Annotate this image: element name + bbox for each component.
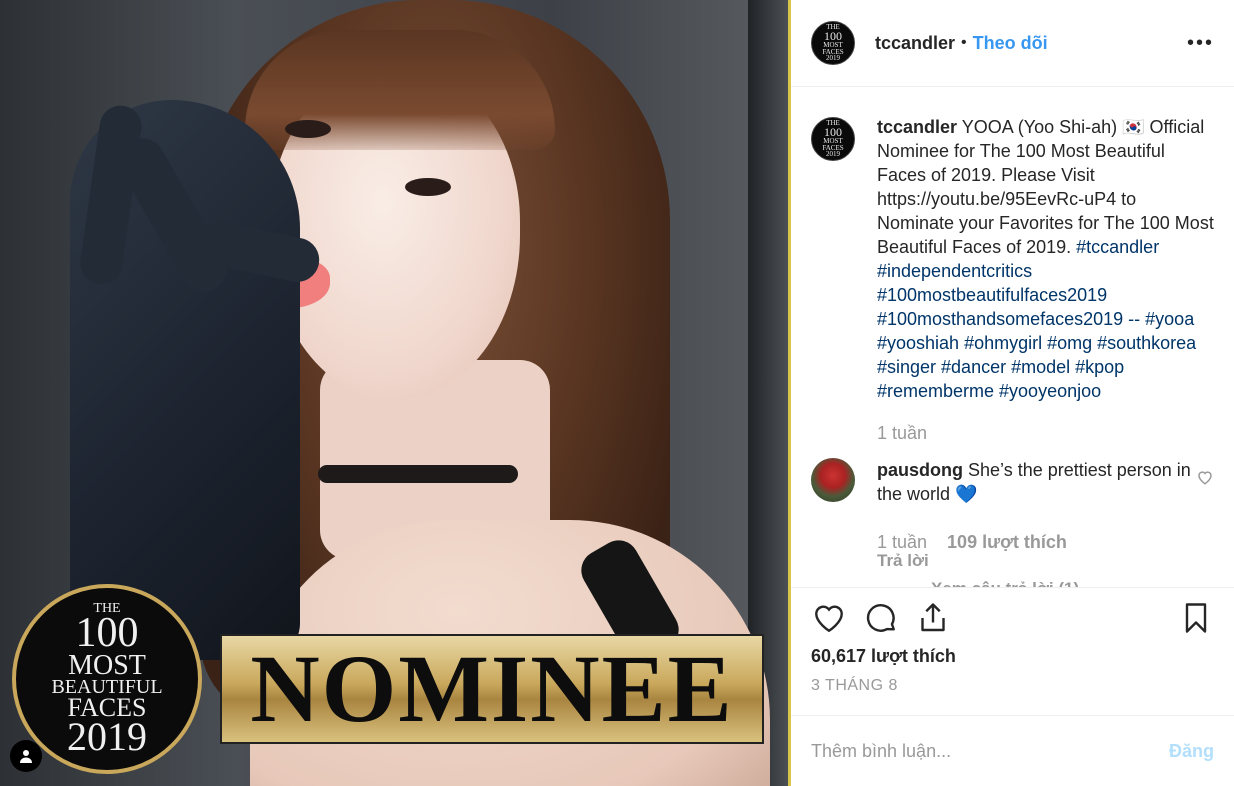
caption-username[interactable]: tccandler (877, 117, 957, 137)
right-eye (405, 178, 451, 196)
nominee-label: NOMINEE (250, 635, 734, 742)
comment-bubble-icon[interactable] (863, 600, 899, 636)
comment-row: pausdong She’s the prettiest person in t… (811, 458, 1214, 506)
caption-timestamp: 1 tuần (877, 423, 928, 443)
left-eye (285, 120, 331, 138)
comments-section[interactable]: THE 100 MOST FACES 2019 tccandler YOOA (Yoo … (791, 87, 1234, 587)
comment-timestamp: 1 tuần (877, 532, 928, 552)
reply-button[interactable]: Trả lời (877, 551, 1214, 571)
comment-username[interactable]: pausdong (877, 460, 963, 480)
post-image[interactable]: NOMINEE THE 100 MOST BEAUTIFUL FACES 201… (0, 0, 788, 786)
view-replies-link[interactable]: Xem câu trả lời (1) (931, 579, 1214, 587)
share-icon[interactable] (915, 600, 951, 636)
nominee-banner: NOMINEE (220, 634, 764, 744)
add-comment-bar: Đăng (791, 715, 1234, 786)
seal-text: MOST (68, 649, 146, 681)
like-heart-icon[interactable] (811, 600, 847, 636)
post-comment-button[interactable]: Đăng (1169, 741, 1214, 762)
separator-dot: • (961, 34, 967, 51)
seal-text: 100 (75, 610, 139, 657)
choker-necklace (318, 465, 518, 483)
instagram-post: NOMINEE THE 100 MOST BEAUTIFUL FACES 201… (0, 0, 1234, 786)
header-username[interactable]: tccandler (875, 33, 955, 54)
post-caption: tccandler YOOA (Yoo Shi-ah) 🇰🇷 Official … (877, 115, 1214, 403)
action-icons (811, 590, 1214, 646)
avatar[interactable]: THE 100 MOST FACES 2019 (811, 21, 855, 65)
comment-likes[interactable]: 109 lượt thích (947, 532, 1067, 553)
caption-hashtags[interactable]: #tccandler #independentcritics #100mostb… (877, 237, 1196, 401)
avatar[interactable] (811, 458, 855, 502)
more-options-icon[interactable]: ••• (1187, 32, 1214, 55)
post-side-panel: THE 100 MOST FACES 2019 tccandler • Theo dõi… (788, 0, 1234, 786)
post-date: 3 THÁNG 8 (811, 677, 898, 694)
post-likes-count[interactable]: 60,617 lượt thích (811, 646, 1214, 667)
caption-row: THE 100 MOST FACES 2019 tccandler YOOA (Yoo … (811, 115, 1214, 403)
follow-button[interactable]: Theo dõi (973, 33, 1048, 54)
comment-body: pausdong She’s the prettiest person in t… (877, 458, 1196, 506)
post-header: THE 100 MOST FACES 2019 tccandler • Theo dõi… (791, 0, 1234, 87)
award-seal-logo: THE 100 MOST BEAUTIFUL FACES 2019 (12, 584, 202, 774)
comment-meta: 1 tuần 109 lượt thích (877, 532, 1214, 553)
seal-text: 2019 (67, 714, 147, 760)
comment-input[interactable] (811, 740, 1169, 762)
heart-icon[interactable] (1196, 468, 1214, 486)
caption-text: YOOA (Yoo Shi-ah) 🇰🇷 Official Nominee fo… (877, 117, 1214, 257)
bookmark-icon[interactable] (1178, 600, 1214, 636)
tagged-users-icon[interactable] (10, 740, 42, 772)
post-actions: 60,617 lượt thích 3 THÁNG 8 (791, 587, 1234, 715)
avatar[interactable]: THE 100 MOST FACES 2019 (811, 117, 855, 161)
